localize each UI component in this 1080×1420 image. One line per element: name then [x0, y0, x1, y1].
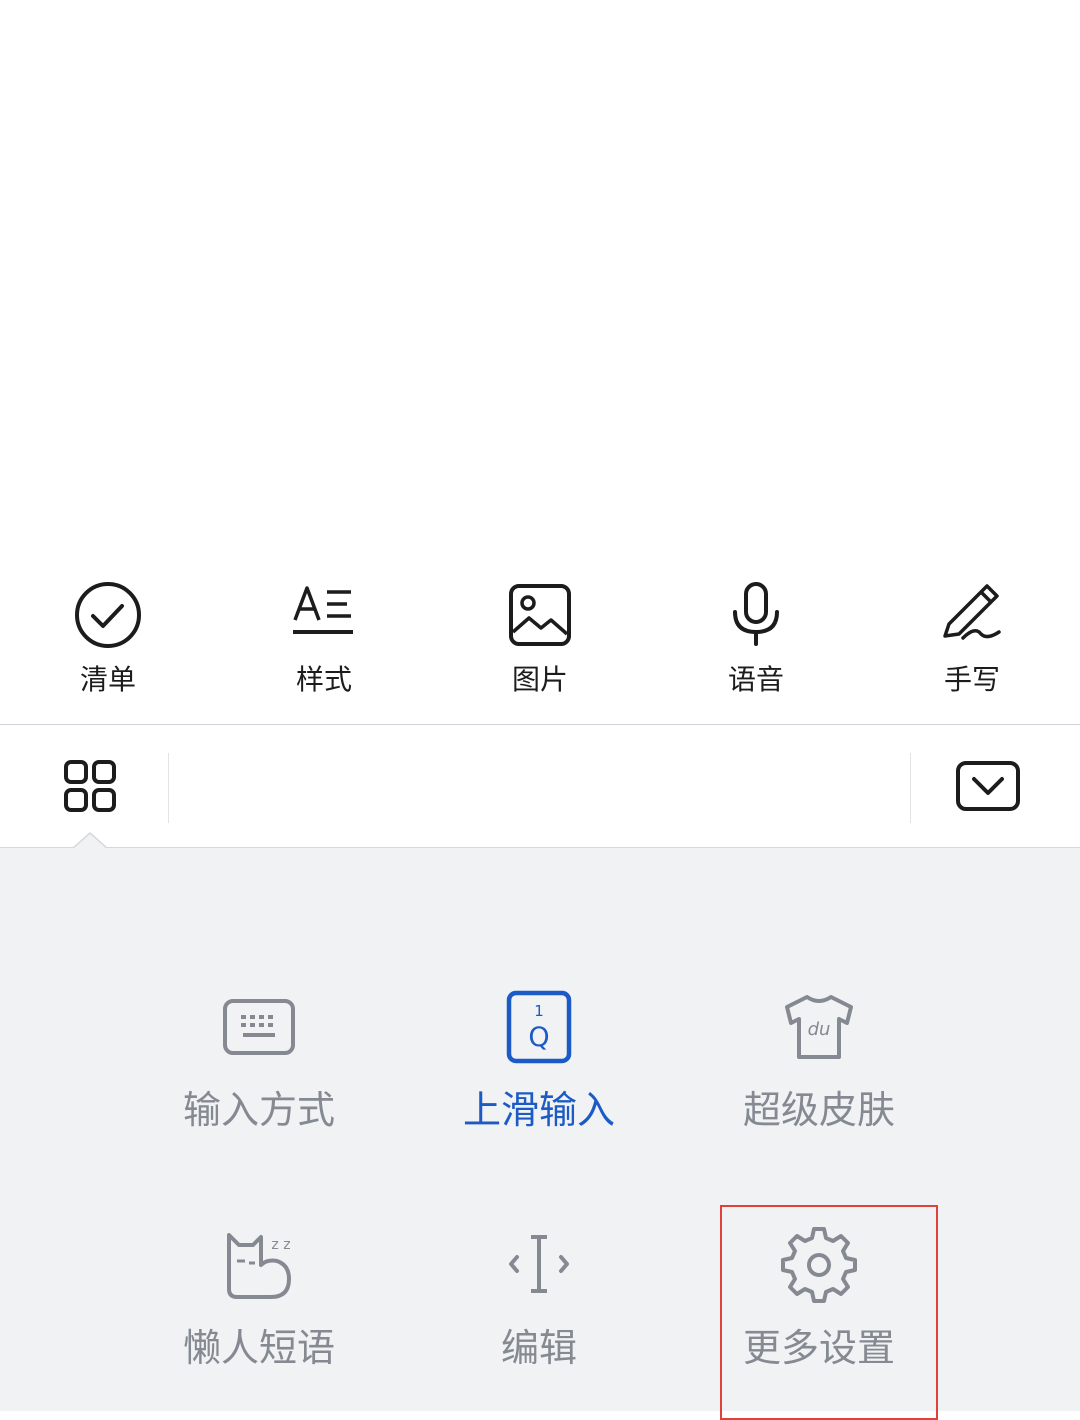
handwriting-button[interactable]: 手写 [902, 580, 1042, 710]
checklist-icon [73, 580, 143, 650]
swipe-input-label: 上滑输入 [462, 1088, 615, 1132]
keyboard-top-bar [0, 725, 1080, 847]
svg-text:du: du [808, 1019, 831, 1040]
grid-icon [64, 760, 116, 812]
svg-text:Q: Q [528, 1022, 549, 1053]
keyboard-icon [219, 987, 299, 1067]
note-content-area[interactable] [0, 0, 1080, 560]
voice-label: 语音 [727, 663, 784, 696]
editor-toolbar: 清单 样式 图片 语音 手写 [0, 560, 1080, 724]
text-cursor-icon [499, 1225, 579, 1305]
bar-separator [168, 753, 169, 823]
image-label: 图片 [511, 663, 568, 696]
apps-grid-button[interactable] [50, 750, 130, 830]
more-settings-label: 更多设置 [742, 1326, 895, 1370]
checklist-button[interactable]: 清单 [38, 580, 178, 710]
text-style-label: 样式 [295, 663, 352, 696]
super-skin-label: 超级皮肤 [742, 1088, 895, 1132]
input-method-label: 输入方式 [182, 1088, 335, 1132]
svg-text:z z: z z [271, 1237, 290, 1253]
bar-separator [910, 753, 911, 823]
swipe-key-icon: 1 Q [499, 987, 579, 1067]
microphone-icon [721, 580, 791, 650]
edit-label: 编辑 [500, 1326, 577, 1370]
text-style-icon [289, 580, 359, 650]
tshirt-icon: du [779, 987, 859, 1067]
gear-icon [779, 1225, 859, 1305]
input-method-button[interactable]: 输入方式 [149, 987, 369, 1157]
pen-icon [937, 580, 1007, 650]
edit-button[interactable]: 编辑 [429, 1225, 649, 1395]
image-icon [505, 580, 575, 650]
text-style-button[interactable]: 样式 [254, 580, 394, 710]
keyboard-hide-icon [956, 761, 1020, 811]
lazy-cat-icon: z z [219, 1225, 299, 1305]
hide-keyboard-button[interactable] [950, 755, 1026, 821]
checklist-label: 清单 [79, 663, 136, 696]
panel-pointer-fill [73, 834, 107, 849]
more-settings-button[interactable]: 更多设置 [709, 1225, 929, 1395]
image-button[interactable]: 图片 [470, 580, 610, 710]
lazy-phrases-button[interactable]: z z 懒人短语 [149, 1225, 369, 1395]
svg-text:1: 1 [534, 1002, 544, 1020]
voice-button[interactable]: 语音 [686, 580, 826, 710]
handwriting-label: 手写 [943, 663, 1000, 696]
super-skin-button[interactable]: du 超级皮肤 [709, 987, 929, 1157]
swipe-input-button[interactable]: 1 Q 上滑输入 [429, 987, 649, 1157]
lazy-phrases-label: 懒人短语 [182, 1326, 335, 1370]
